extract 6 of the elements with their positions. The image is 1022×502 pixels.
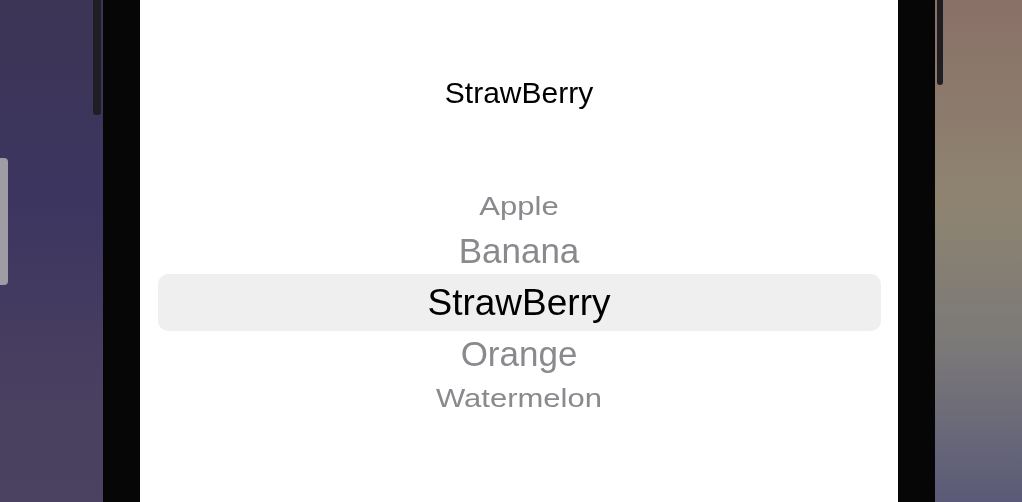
picker-option[interactable]: Banana [458,228,580,274]
picker-option[interactable]: Apple [479,187,559,225]
picker-option[interactable]: StrawBerry [157,274,881,331]
picker-option[interactable]: Orange [460,331,578,377]
selected-value-label: StrawBerry [444,75,594,111]
picker-option[interactable]: Watermelon [436,380,602,418]
